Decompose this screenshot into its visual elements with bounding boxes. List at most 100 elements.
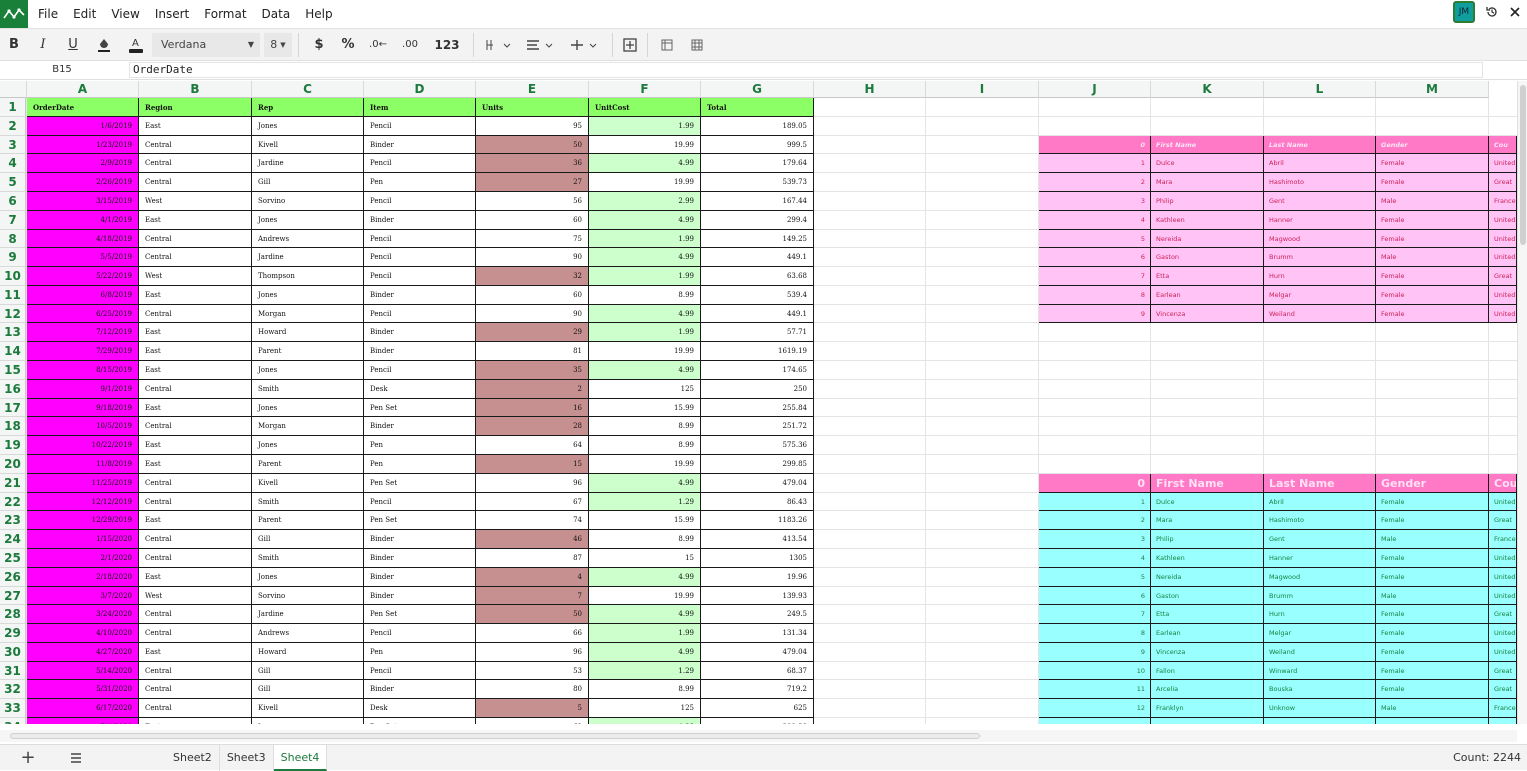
row-header-25[interactable]: 25: [0, 549, 26, 568]
cell-orderdate[interactable]: 5/22/2019: [27, 267, 139, 286]
cell-unitcost[interactable]: 4.99: [589, 718, 701, 724]
cell-units[interactable]: 96: [476, 643, 589, 662]
people-cell-country[interactable]: France: [1489, 699, 1517, 718]
cell-region[interactable]: Central: [139, 680, 252, 699]
cell-units[interactable]: 90: [476, 248, 589, 267]
cell-item[interactable]: Binder: [364, 587, 476, 605]
cell-unitcost[interactable]: 19.99: [589, 342, 701, 361]
cell-total[interactable]: 189.05: [701, 117, 814, 136]
row-header-9[interactable]: 9: [0, 248, 26, 267]
select-all-corner[interactable]: [0, 81, 27, 98]
people-cell-country[interactable]: Great: [1489, 267, 1517, 286]
cell-orderdate[interactable]: 10/22/2019: [27, 436, 139, 455]
people-cell-first-name[interactable]: Dulce: [1151, 154, 1264, 173]
cell-orderdate[interactable]: 6/17/2020: [27, 699, 139, 718]
people-cell-gender[interactable]: Female: [1376, 154, 1489, 173]
cell-orderdate[interactable]: 2/9/2019: [27, 154, 139, 173]
people-header-first-name[interactable]: First Name: [1151, 136, 1264, 154]
cell-orderdate[interactable]: 5/31/2020: [27, 680, 139, 699]
people-cell-first-name[interactable]: Kathleen: [1151, 211, 1264, 230]
cell-item[interactable]: Pencil: [364, 154, 476, 173]
people-cell-index[interactable]: 8: [1039, 286, 1151, 305]
cell-units[interactable]: 80: [476, 680, 589, 699]
cell-total[interactable]: 479.04: [701, 643, 814, 662]
cell-units[interactable]: 90: [476, 305, 589, 323]
cell-total[interactable]: 131.34: [701, 624, 814, 643]
people-cell-last-name[interactable]: Brumm: [1264, 587, 1376, 605]
people-header-gender[interactable]: Gender: [1376, 136, 1489, 154]
cell-region[interactable]: Central: [139, 305, 252, 323]
people-cell-gender[interactable]: Female: [1376, 286, 1489, 305]
people-cell-gender[interactable]: Female: [1376, 305, 1489, 323]
cell-item[interactable]: Pen Set: [364, 474, 476, 493]
cell-region[interactable]: East: [139, 455, 252, 474]
cell-orderdate[interactable]: 10/5/2019: [27, 417, 139, 436]
cell-item[interactable]: Binder: [364, 530, 476, 549]
cell-region[interactable]: East: [139, 361, 252, 380]
cell-item[interactable]: Binder: [364, 680, 476, 699]
header-cell-orderdate[interactable]: OrderDate: [27, 98, 139, 117]
cell-total[interactable]: 63.68: [701, 267, 814, 286]
cell-item[interactable]: Pen: [364, 173, 476, 192]
people-cell-country[interactable]: Great: [1489, 680, 1517, 699]
cell-rep[interactable]: Smith: [252, 380, 364, 399]
row-header-5[interactable]: 5: [0, 173, 26, 192]
row-header-6[interactable]: 6: [0, 192, 26, 211]
vertical-scroll-thumb[interactable]: [1520, 85, 1526, 245]
people-cell-last-name[interactable]: Hurn: [1264, 605, 1376, 624]
row-header-26[interactable]: 26: [0, 568, 26, 587]
cell-region[interactable]: Central: [139, 417, 252, 436]
cell-total[interactable]: 250: [701, 380, 814, 399]
people-cell-index[interactable]: 6: [1039, 587, 1151, 605]
cell-unitcost[interactable]: 2.99: [589, 192, 701, 211]
people-cell-index[interactable]: 11: [1039, 680, 1151, 699]
cell-unitcost[interactable]: 1.29: [589, 493, 701, 511]
people-cell-index[interactable]: 9: [1039, 643, 1151, 662]
people-header-last-name[interactable]: Last Name: [1264, 474, 1376, 493]
cell-orderdate[interactable]: 1/23/2019: [27, 136, 139, 154]
people-cell-gender[interactable]: Female: [1376, 267, 1489, 286]
cell-orderdate[interactable]: 11/8/2019: [27, 455, 139, 474]
cell-item[interactable]: Desk: [364, 380, 476, 399]
row-header-24[interactable]: 24: [0, 530, 26, 549]
cell-units[interactable]: 46: [476, 530, 589, 549]
people-cell-country[interactable]: Great: [1489, 173, 1517, 192]
cell-unitcost[interactable]: 1.99: [589, 624, 701, 643]
column-header-f[interactable]: F: [589, 81, 701, 98]
cell-item[interactable]: Binder: [364, 211, 476, 230]
cell-total[interactable]: 249.5: [701, 605, 814, 624]
cell-total[interactable]: 255.84: [701, 399, 814, 417]
people-cell-gender[interactable]: Female: [1376, 173, 1489, 192]
cell-units[interactable]: 56: [476, 192, 589, 211]
cell-total[interactable]: 999.5: [701, 136, 814, 154]
cell-unitcost[interactable]: 19.99: [589, 455, 701, 474]
people-cell-country[interactable]: United: [1489, 230, 1517, 248]
people-cell-first-name[interactable]: Vincenza: [1151, 305, 1264, 323]
cell-total[interactable]: 413.54: [701, 530, 814, 549]
cell-rep[interactable]: Jones: [252, 436, 364, 455]
cell-unitcost[interactable]: 1.99: [589, 267, 701, 286]
row-header-32[interactable]: 32: [0, 680, 26, 699]
people-cell-first-name[interactable]: Nereida: [1151, 230, 1264, 248]
cell-total[interactable]: 299.85: [701, 455, 814, 474]
cell-rep[interactable]: Andrews: [252, 230, 364, 248]
cell-units[interactable]: 16: [476, 399, 589, 417]
cell-rep[interactable]: Sorvino: [252, 587, 364, 605]
cell-region[interactable]: West: [139, 267, 252, 286]
cell-rep[interactable]: Kivell: [252, 699, 364, 718]
cell-orderdate[interactable]: 2/18/2020: [27, 568, 139, 587]
cell-orderdate[interactable]: 4/1/2019: [27, 211, 139, 230]
header-cell-units[interactable]: Units: [476, 98, 589, 117]
cell-total[interactable]: 309.38: [701, 718, 814, 724]
cell-units[interactable]: 81: [476, 342, 589, 361]
cell-orderdate[interactable]: 2/26/2019: [27, 173, 139, 192]
people-header-index[interactable]: 0: [1039, 136, 1151, 154]
cell-unitcost[interactable]: 4.99: [589, 474, 701, 493]
people-header-country[interactable]: Cou: [1489, 474, 1517, 493]
cell-unitcost[interactable]: 1.99: [589, 230, 701, 248]
people-cell-country[interactable]: Great: [1489, 718, 1517, 724]
people-cell-last-name[interactable]: Unknow: [1264, 699, 1376, 718]
cell-region[interactable]: East: [139, 286, 252, 305]
people-cell-country[interactable]: Great: [1489, 605, 1517, 624]
cell-total[interactable]: 149.25: [701, 230, 814, 248]
